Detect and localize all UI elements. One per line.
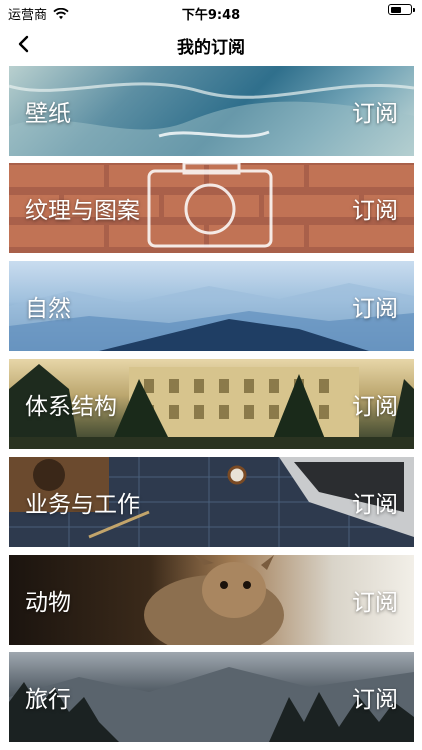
card-label: 纹理与图案 [25, 198, 140, 224]
card-label: 壁纸 [25, 101, 71, 127]
subscribe-button[interactable]: 订阅 [352, 680, 398, 714]
card-texture[interactable]: 纹理与图案 订阅 [9, 163, 414, 253]
status-right [388, 4, 415, 15]
subscribe-button[interactable]: 订阅 [352, 583, 398, 617]
card-wallpaper[interactable]: 壁纸 订阅 [9, 66, 414, 156]
card-travel[interactable]: 旅行 订阅 [9, 652, 414, 742]
card-label: 业务与工作 [25, 492, 140, 518]
card-label: 旅行 [25, 687, 71, 713]
card-animal[interactable]: 动物 订阅 [9, 555, 414, 645]
card-architecture[interactable]: 体系结构 订阅 [9, 359, 414, 449]
card-business-work[interactable]: 业务与工作 订阅 [9, 457, 414, 547]
battery-icon [388, 4, 415, 15]
card-label: 体系结构 [25, 394, 117, 420]
card-label: 动物 [25, 590, 71, 616]
status-time: 下午9:48 [181, 8, 241, 23]
subscribe-button[interactable]: 订阅 [352, 387, 398, 421]
card-label: 自然 [25, 296, 71, 322]
status-bar: 运营商 下午9:48 [0, 0, 422, 24]
subscribe-button[interactable]: 订阅 [352, 94, 398, 128]
battery-fill [390, 6, 402, 13]
subscribe-button[interactable]: 订阅 [352, 191, 398, 225]
page-title: 我的订阅 [177, 38, 245, 58]
navigation-bar: 我的订阅 [0, 24, 422, 64]
subscribe-button[interactable]: 订阅 [352, 289, 398, 323]
subscribe-button[interactable]: 订阅 [352, 485, 398, 519]
card-nature[interactable]: 自然 订阅 [9, 261, 414, 351]
